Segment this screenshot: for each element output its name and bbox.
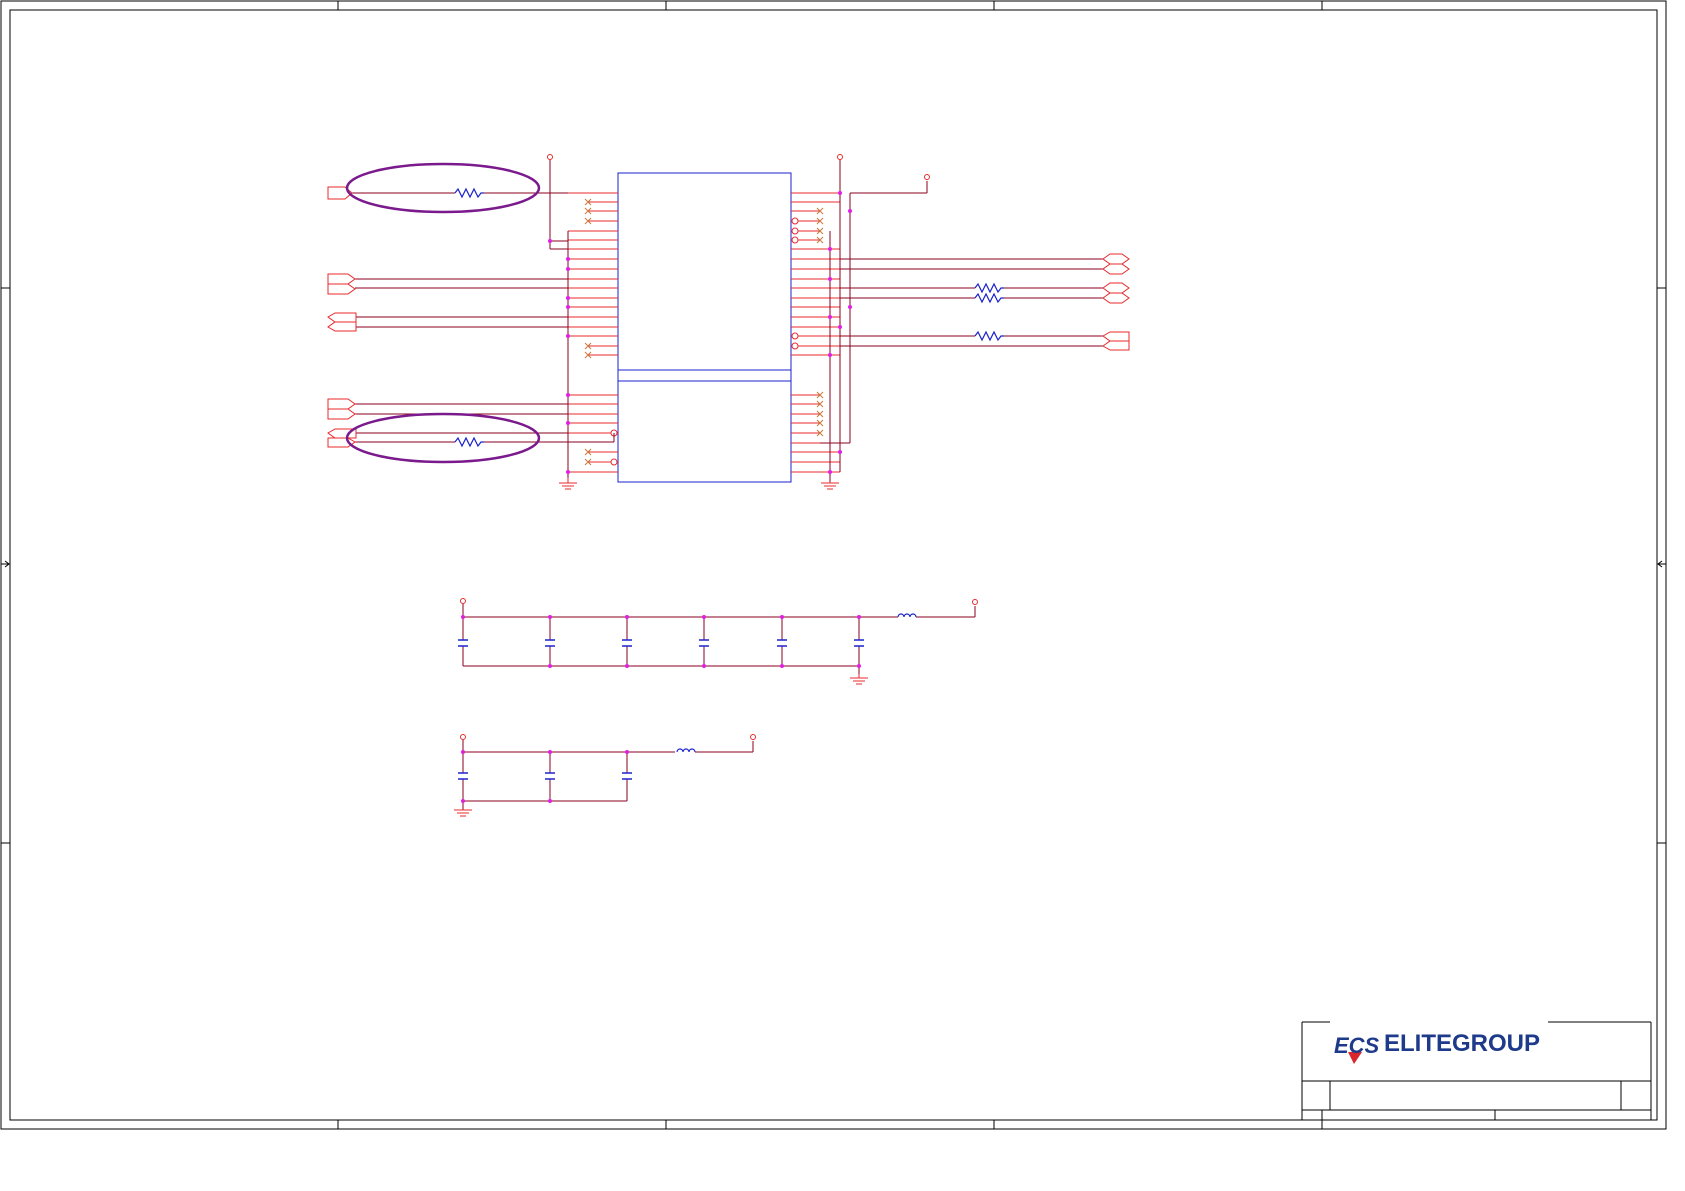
logo-company-name: ELITEGROUP [1384, 1030, 1540, 1057]
junction-dots [461, 191, 861, 803]
schematic-sheet: ECS ELITEGROUP [0, 0, 1667, 1130]
ic-pins-left [568, 192, 618, 473]
schematic-wires [350, 160, 1103, 810]
ic-pins-right [791, 192, 840, 473]
sheet-frame [0, 0, 1667, 1130]
inductor-symbols [676, 613, 917, 753]
no-connect-markers [584, 198, 824, 466]
pin-bubbles [610, 217, 799, 466]
company-logo: ECS ELITEGROUP [1334, 1030, 1540, 1064]
highlight-ellipse-top [345, 162, 541, 214]
highlight-ellipse-bottom [345, 412, 541, 464]
logo-mark: ECS [1334, 1033, 1380, 1058]
highlight-ellipses [345, 162, 541, 464]
power-symbols [460, 154, 978, 740]
connector-ic-body [617, 172, 792, 483]
capacitor-symbols [458, 639, 864, 780]
ground-symbols [454, 478, 868, 817]
